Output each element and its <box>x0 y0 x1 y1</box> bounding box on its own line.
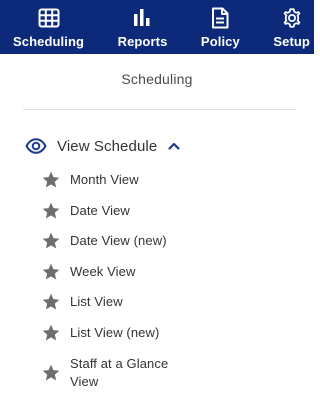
eye-icon <box>25 135 47 157</box>
gear-icon <box>281 6 303 30</box>
menu-item-month-view[interactable]: Month View <box>40 169 139 191</box>
nav-label: Policy <box>200 34 240 49</box>
menu-item-label: List View (new) <box>70 325 160 340</box>
menu-item-list-view-new[interactable]: List View (new) <box>40 322 159 344</box>
page-title: Scheduling <box>121 71 193 87</box>
nav-item-setup[interactable]: Setup <box>273 0 310 54</box>
star-icon <box>40 291 62 313</box>
nav-label: Reports <box>117 34 168 49</box>
bar-chart-icon <box>132 6 152 30</box>
menu-item-label: Date View <box>70 203 130 218</box>
menu-item-label: Staff at a Glance View <box>70 356 169 389</box>
nav-label: Scheduling <box>13 34 85 49</box>
divider <box>23 109 296 110</box>
star-icon <box>40 169 62 191</box>
nav-item-scheduling[interactable]: Scheduling <box>13 0 84 54</box>
star-icon <box>40 200 62 222</box>
menu-item-date-view[interactable]: Date View <box>40 200 130 222</box>
calendar-grid-icon <box>38 6 60 30</box>
view-schedule-toggle[interactable]: View Schedule <box>25 135 181 157</box>
menu-item-label: Date View (new) <box>70 233 167 248</box>
section-label: View Schedule <box>57 137 158 155</box>
menu-item-label: Week View <box>70 264 136 279</box>
star-icon <box>40 362 62 384</box>
chevron-up-icon <box>167 139 181 153</box>
menu-item-list-view[interactable]: List View <box>40 291 123 313</box>
document-icon <box>211 6 229 30</box>
star-icon <box>40 230 62 252</box>
top-navigation-bar: Scheduling Reports Policy Setup <box>0 0 314 54</box>
menu-item-week-view[interactable]: Week View <box>40 261 135 283</box>
nav-item-reports[interactable]: Reports <box>118 0 168 54</box>
menu-item-date-view-new[interactable]: Date View (new) <box>40 230 167 252</box>
nav-item-policy[interactable]: Policy <box>201 0 240 54</box>
nav-label: Setup <box>273 34 310 49</box>
menu-item-label: List View <box>70 294 123 309</box>
menu-item-label: Month View <box>70 172 139 187</box>
menu-item-staff-at-a-glance-view[interactable]: Staff at a Glance View <box>40 355 190 391</box>
star-icon <box>40 322 62 344</box>
star-icon <box>40 261 62 283</box>
